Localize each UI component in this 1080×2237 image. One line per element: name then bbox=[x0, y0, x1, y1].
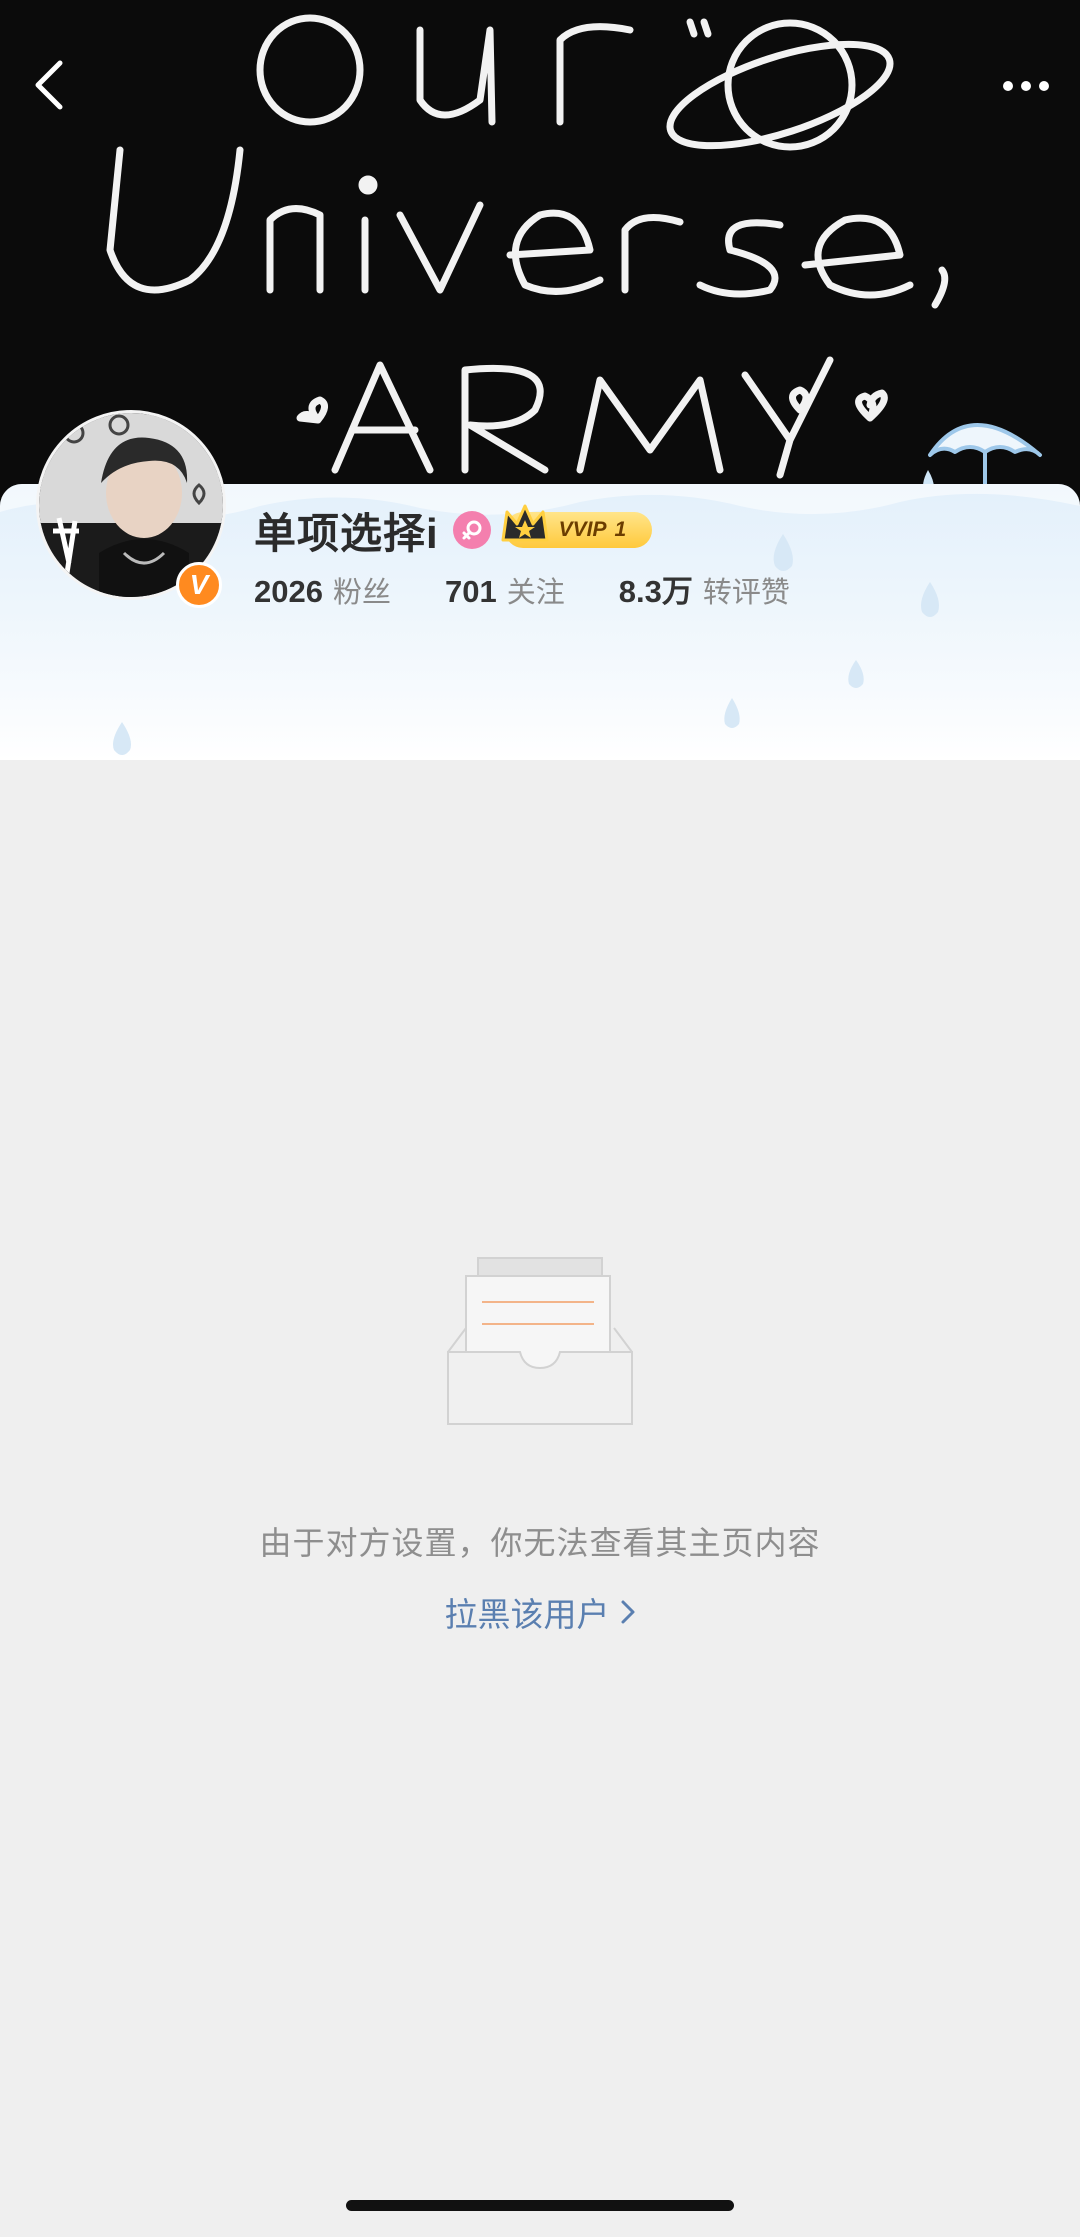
more-dots-icon bbox=[1003, 81, 1049, 91]
engagement-count: 8.3万 bbox=[618, 574, 693, 609]
vvip-badge[interactable]: VVIP 1 bbox=[501, 504, 653, 548]
followers-count: 2026 bbox=[254, 574, 323, 609]
home-indicator[interactable] bbox=[346, 2200, 734, 2211]
chevron-right-icon bbox=[621, 1600, 634, 1624]
chevron-left-icon bbox=[35, 60, 63, 110]
following-count: 701 bbox=[444, 574, 497, 609]
username: 单项选择i bbox=[254, 509, 439, 557]
female-gender-icon bbox=[452, 511, 491, 549]
followers-label: 粉丝 bbox=[332, 577, 391, 609]
following-stat[interactable]: 701 关注 bbox=[445, 569, 565, 611]
engagement-label: 转评赞 bbox=[702, 577, 790, 609]
avatar-container[interactable]: V bbox=[26, 400, 236, 610]
name-row: 单项选择i VVIP 1 bbox=[254, 500, 653, 560]
empty-inbox-illustration bbox=[447, 1257, 633, 1425]
crown-icon bbox=[501, 504, 549, 542]
engagement-stat[interactable]: 8.3万 转评赞 bbox=[619, 566, 790, 611]
following-label: 关注 bbox=[506, 577, 565, 609]
profile-page: V 单项选择i VVIP 1 2026 粉丝 701 关注 8.3万 转评赞 由… bbox=[0, 0, 1080, 2237]
empty-state-message: 由于对方设置，你无法查看其主页内容 bbox=[259, 1525, 821, 1561]
block-user-label: 拉黑该用户 bbox=[444, 1596, 610, 1633]
back-button[interactable] bbox=[18, 52, 78, 118]
stats-row: 2026 粉丝 701 关注 8.3万 转评赞 bbox=[254, 566, 844, 610]
verified-badge: V bbox=[176, 562, 222, 608]
vvip-label: VVIP bbox=[558, 518, 607, 541]
vvip-level: 1 bbox=[614, 518, 627, 541]
followers-stat[interactable]: 2026 粉丝 bbox=[254, 569, 391, 611]
more-button[interactable] bbox=[990, 58, 1062, 114]
block-user-button[interactable]: 拉黑该用户 bbox=[0, 1588, 1080, 1636]
